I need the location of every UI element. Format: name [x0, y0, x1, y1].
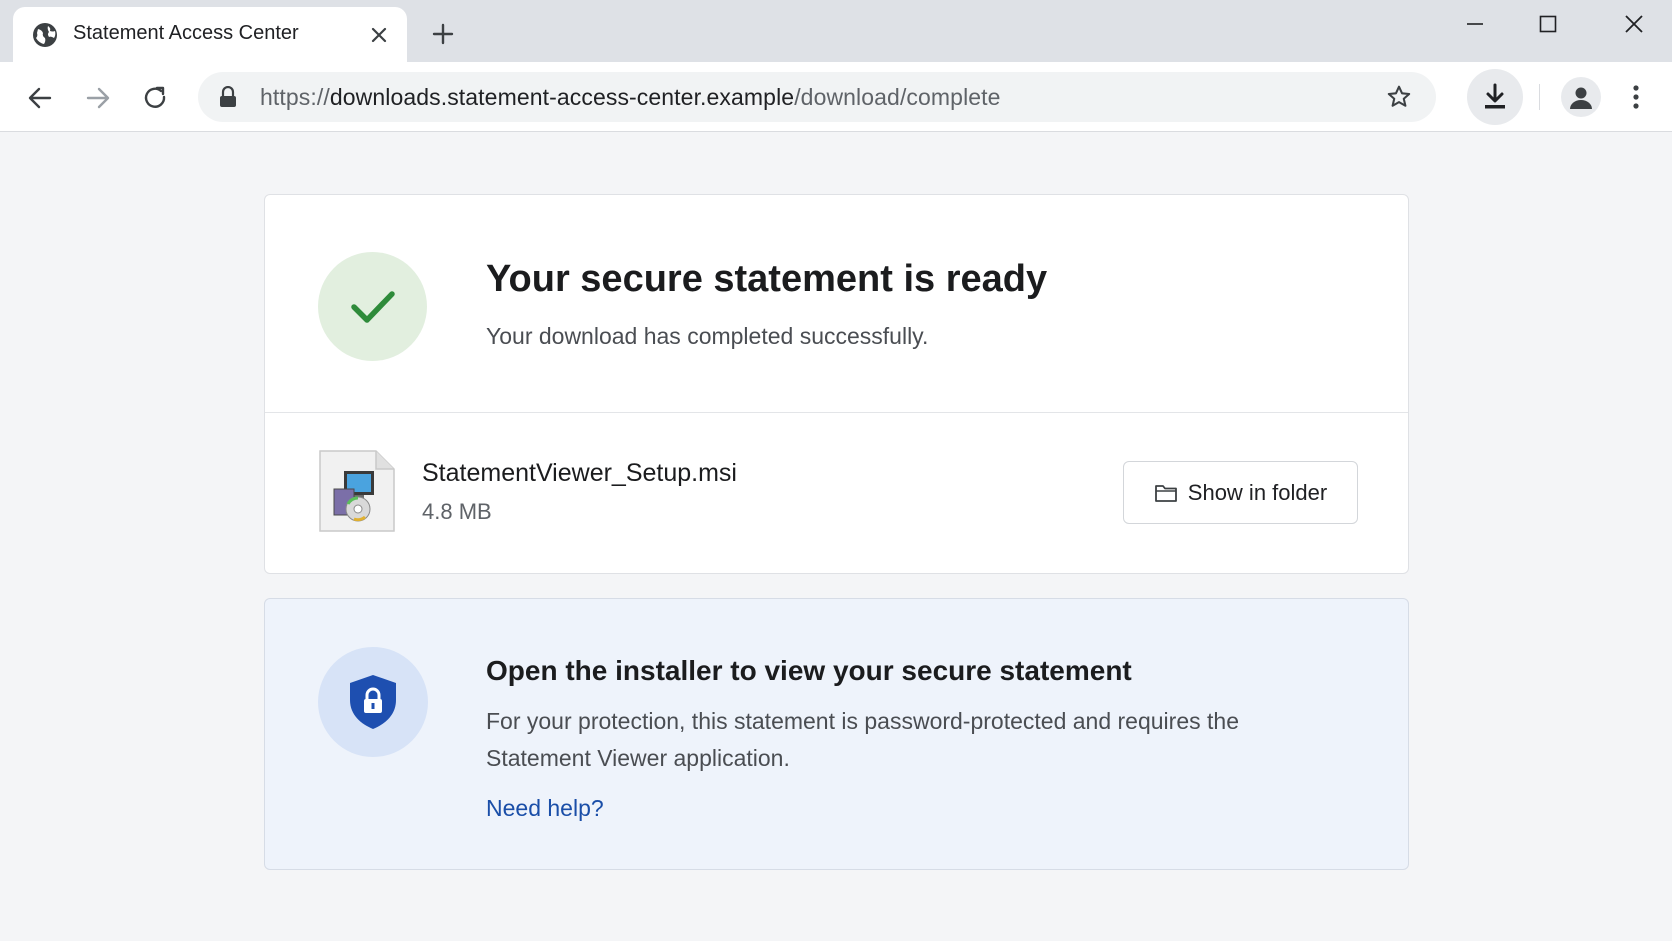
- reload-icon[interactable]: [138, 80, 174, 116]
- show-in-folder-label: Show in folder: [1187, 479, 1328, 505]
- url-path: /download/complete: [794, 84, 1001, 110]
- download-card: Your secure statement is ready Your down…: [264, 194, 1409, 574]
- new-tab-button[interactable]: [427, 18, 459, 50]
- lock-icon[interactable]: [218, 85, 238, 108]
- url-text: https://downloads.statement-access-cente…: [260, 84, 1001, 111]
- shield-lock-icon: [350, 675, 396, 729]
- shield-badge: [318, 647, 428, 757]
- show-in-folder-button[interactable]: Show in folder: [1123, 461, 1358, 524]
- tab-strip: Statement Access Center: [0, 0, 1672, 62]
- star-icon[interactable]: [1384, 82, 1414, 112]
- close-icon[interactable]: [1612, 6, 1656, 42]
- installer-notice: Open the installer to view your secure s…: [264, 598, 1409, 870]
- notice-title: Open the installer to view your secure s…: [486, 655, 1132, 686]
- address-bar[interactable]: https://downloads.statement-access-cente…: [198, 72, 1436, 122]
- page-title: Your secure statement is ready: [486, 258, 1048, 300]
- success-badge: [318, 252, 427, 361]
- tab-close-icon[interactable]: [365, 21, 393, 49]
- back-icon[interactable]: [22, 80, 58, 116]
- forward-icon[interactable]: [80, 80, 116, 116]
- status-subtitle: Your download has completed successfully…: [486, 323, 929, 349]
- folder-icon: [1154, 484, 1177, 502]
- need-help-link[interactable]: Need help?: [486, 795, 604, 822]
- browser-toolbar: https://downloads.statement-access-cente…: [0, 62, 1672, 132]
- file-size: 4.8 MB: [422, 499, 492, 524]
- installer-file-icon: [318, 449, 396, 533]
- notice-body: For your protection, this statement is p…: [486, 708, 1239, 771]
- toolbar-separator: [1539, 84, 1540, 110]
- globe-icon: [32, 22, 58, 48]
- tab-statement-access-center[interactable]: Statement Access Center: [13, 7, 407, 62]
- tab-title: Statement Access Center: [73, 22, 299, 44]
- minimize-icon[interactable]: [1453, 6, 1497, 42]
- file-name: StatementViewer_Setup.msi: [422, 459, 737, 487]
- profile-icon[interactable]: [1561, 77, 1601, 117]
- maximize-icon[interactable]: [1526, 6, 1570, 42]
- url-host: downloads.statement-access-center.exampl…: [329, 84, 795, 110]
- menu-icon[interactable]: [1620, 79, 1652, 115]
- download-icon[interactable]: [1467, 69, 1523, 125]
- url-scheme: https://: [260, 84, 330, 110]
- checkmark-icon: [350, 290, 395, 323]
- card-divider: [265, 412, 1408, 413]
